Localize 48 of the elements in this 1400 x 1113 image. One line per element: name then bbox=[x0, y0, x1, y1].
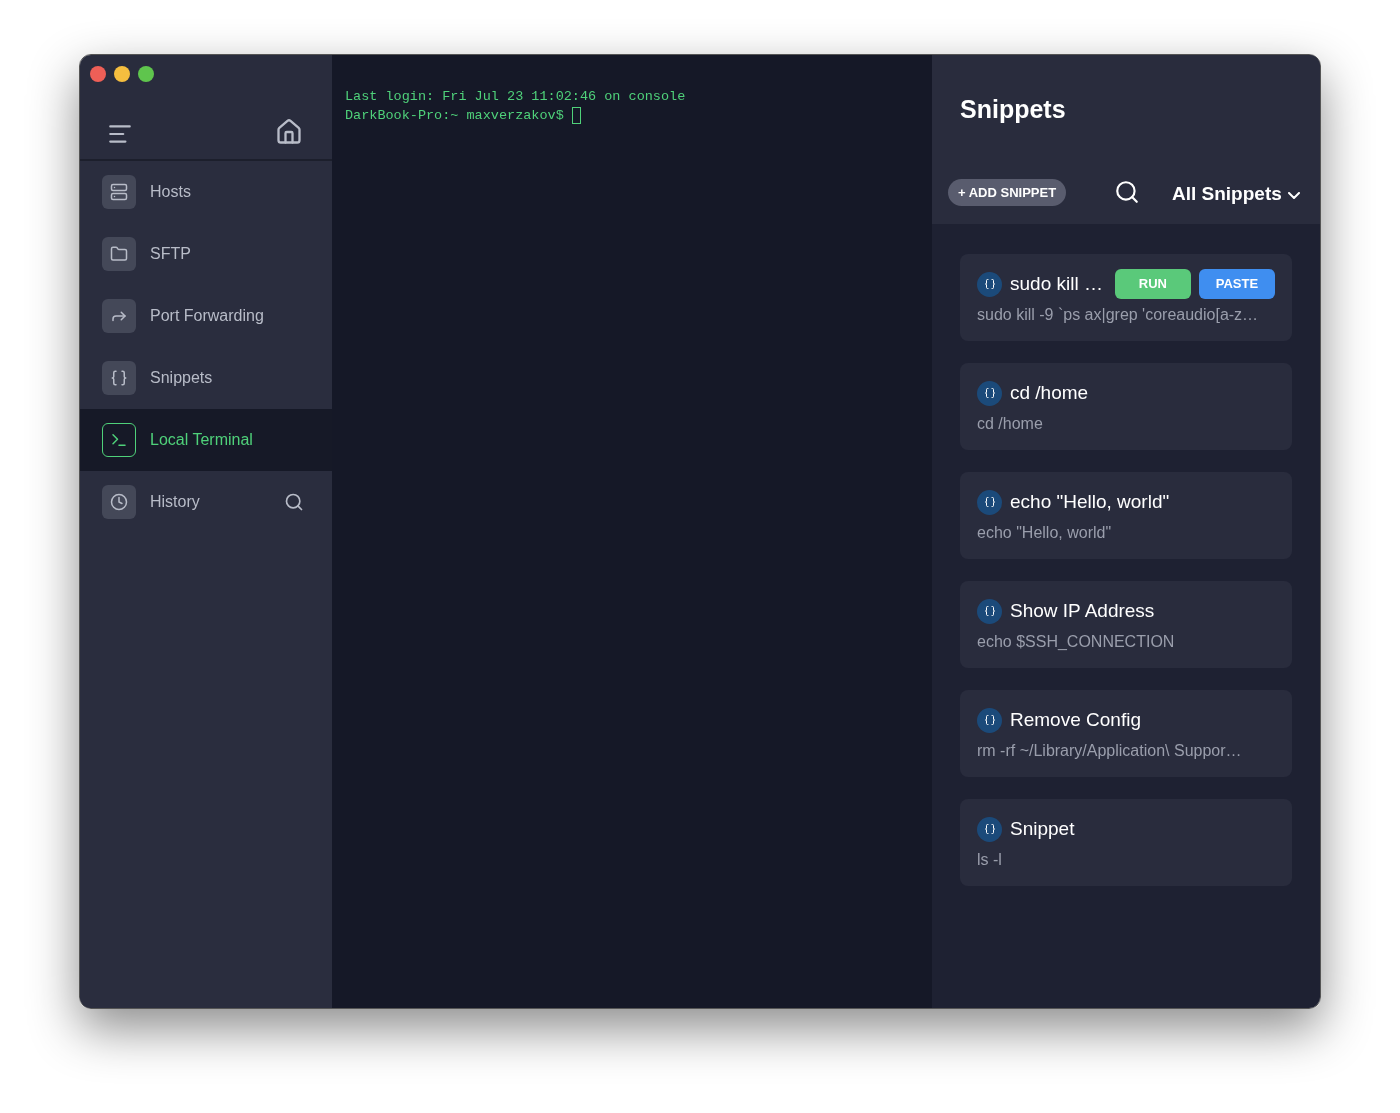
sidebar-item[interactable]: Local Terminal bbox=[80, 409, 332, 471]
item-label: Hosts bbox=[150, 182, 191, 202]
braces-icon bbox=[977, 707, 1002, 733]
snippet-card[interactable]: Remove Config rm -rf ~/Library/Application\ Suppor… bbox=[960, 690, 1292, 777]
terminal-line: Last login: Fri Jul 23 11:02:46 on console bbox=[345, 88, 686, 106]
braces-icon bbox=[102, 361, 136, 395]
cursor-icon bbox=[571, 107, 581, 124]
snippet-command: ls -l bbox=[977, 850, 1003, 870]
snippet-card[interactable]: Show IP Address echo $SSH_CONNECTION bbox=[960, 581, 1292, 668]
snippet-name: Remove Config bbox=[1010, 707, 1141, 732]
minimize-button[interactable] bbox=[114, 66, 130, 82]
snippet-name: Snippet bbox=[1010, 816, 1075, 841]
item-label: SFTP bbox=[150, 244, 191, 264]
maximize-button[interactable] bbox=[138, 66, 154, 82]
braces-icon bbox=[977, 816, 1002, 842]
braces-icon bbox=[977, 598, 1002, 624]
close-button[interactable] bbox=[90, 66, 106, 82]
braces-icon bbox=[977, 380, 1002, 406]
snippet-command: sudo kill -9 `ps ax|grep 'coreaudio[a-z… bbox=[977, 305, 1260, 325]
folder-icon bbox=[102, 237, 136, 271]
terminal-line: DarkBook-Pro:~ maxverzakov$ bbox=[345, 107, 564, 125]
snippet-name: echo "Hello, world" bbox=[1010, 489, 1170, 514]
item-label: History bbox=[150, 492, 200, 512]
braces-icon bbox=[977, 271, 1002, 297]
snippet-card[interactable]: echo "Hello, world" echo "Hello, world" bbox=[960, 472, 1292, 559]
home-icon[interactable] bbox=[275, 118, 303, 146]
snippet-name: cd /home bbox=[1010, 380, 1089, 405]
filter-dropdown[interactable]: All Snippets bbox=[1172, 180, 1300, 209]
search-icon[interactable] bbox=[284, 492, 304, 512]
panel-title: Snippets bbox=[960, 94, 1066, 125]
terminal-icon bbox=[102, 423, 136, 457]
braces-icon bbox=[977, 489, 1002, 515]
snippet-card[interactable]: cd /home cd /home bbox=[960, 363, 1292, 450]
item-label: Local Terminal bbox=[150, 430, 253, 450]
add-snippet-button[interactable]: + ADD SNIPPET bbox=[948, 179, 1067, 206]
snippet-name: sudo kill … bbox=[1010, 271, 1103, 296]
snippet-command: cd /home bbox=[977, 414, 1044, 434]
snippet-card[interactable]: Snippet ls -l bbox=[960, 799, 1292, 886]
snippet-command: echo "Hello, world" bbox=[977, 523, 1113, 543]
item-label: Snippets bbox=[150, 368, 213, 388]
server-icon bbox=[102, 175, 136, 209]
clock-icon bbox=[102, 485, 136, 519]
snippet-command: echo $SSH_CONNECTION bbox=[977, 632, 1176, 652]
chevron-icon bbox=[1287, 192, 1300, 200]
item-label: Port Forwarding bbox=[150, 306, 264, 326]
snippet-name: Show IP Address bbox=[1010, 598, 1155, 623]
search-icon[interactable] bbox=[1114, 179, 1140, 205]
snippet-command: rm -rf ~/Library/Application\ Suppor… bbox=[977, 741, 1243, 761]
